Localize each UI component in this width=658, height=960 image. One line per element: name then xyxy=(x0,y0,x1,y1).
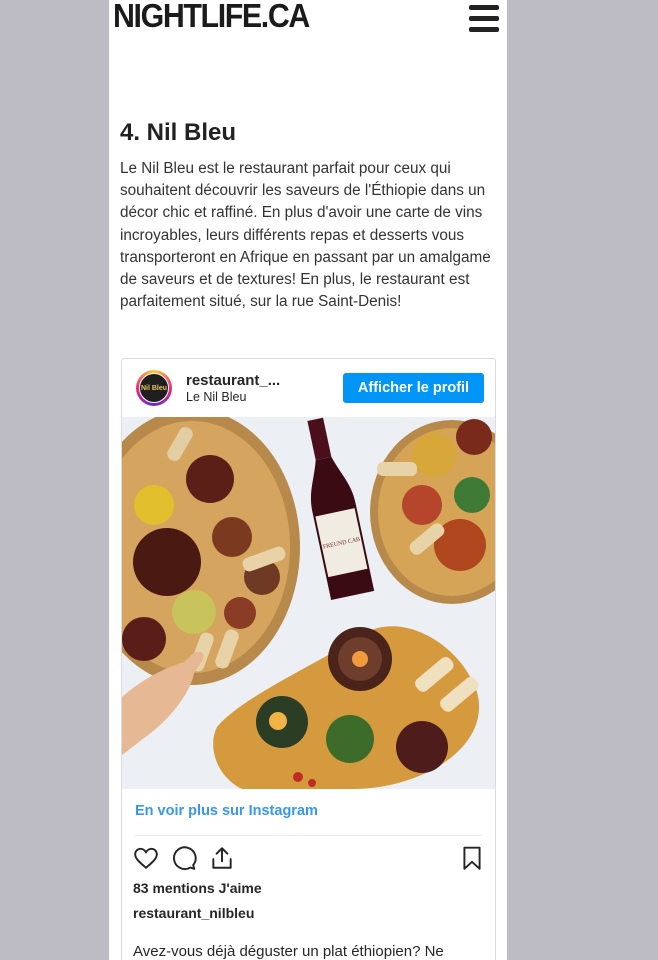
article-page: NIGHTLIFE.CA 4. Nil Bleu Le Nil Bleu est… xyxy=(109,0,507,960)
instagram-username[interactable]: restaurant_... xyxy=(186,372,280,389)
view-profile-button[interactable]: Afficher le profil xyxy=(343,373,484,403)
avatar[interactable]: Nil Bleu xyxy=(136,370,172,406)
menu-bar xyxy=(469,27,499,32)
site-header: NIGHTLIFE.CA xyxy=(109,0,507,42)
divider xyxy=(135,835,482,836)
instagram-full-name: Le Nil Bleu xyxy=(186,390,247,404)
menu-bar xyxy=(469,5,499,10)
article-heading: 4. Nil Bleu xyxy=(120,119,237,146)
food-photo[interactable]: FREUND CAB xyxy=(122,417,495,789)
heart-icon[interactable] xyxy=(133,845,159,871)
avatar-logo: Nil Bleu xyxy=(139,373,169,403)
site-logo[interactable]: NIGHTLIFE.CA xyxy=(113,0,310,35)
post-owner[interactable]: restaurant_nilbleu xyxy=(133,905,254,921)
menu-bar xyxy=(469,16,499,21)
instagram-embed: Nil Bleu restaurant_... Le Nil Bleu Affi… xyxy=(121,358,496,960)
article-paragraph: Le Nil Bleu est le restaurant parfait po… xyxy=(120,160,491,311)
view-more-on-instagram-link[interactable]: En voir plus sur Instagram xyxy=(135,803,318,819)
share-icon[interactable] xyxy=(209,845,235,871)
likes-count[interactable]: 83 mentions J'aime xyxy=(133,880,262,896)
post-caption: Avez-vous déjà déguster un plat éthiopie… xyxy=(133,943,444,960)
comment-icon[interactable] xyxy=(171,845,197,871)
bookmark-icon[interactable] xyxy=(459,845,485,871)
hamburger-menu-icon[interactable] xyxy=(469,5,499,33)
